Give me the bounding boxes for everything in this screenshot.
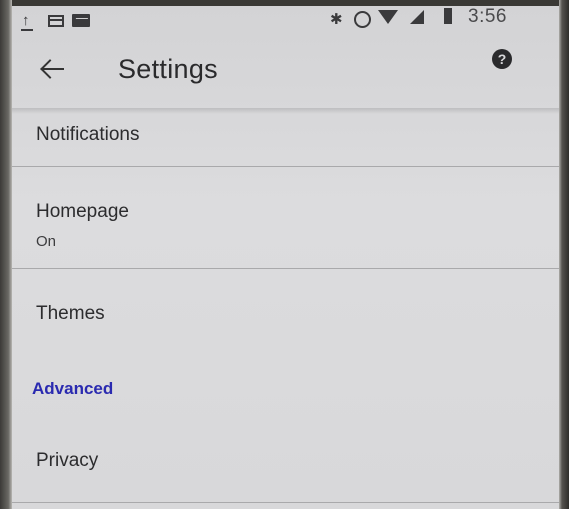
wifi-icon [378, 10, 398, 24]
browser-icon [48, 15, 64, 27]
phone-bezel-left [0, 0, 12, 509]
setting-title: Homepage [36, 201, 129, 222]
page-title: Settings [118, 54, 218, 84]
bluetooth-icon: ✱ [330, 11, 343, 28]
setting-item-notifications[interactable]: Notifications [12, 110, 559, 166]
setting-item-homepage[interactable]: Homepage On [12, 167, 559, 267]
setting-item-themes[interactable]: Themes [12, 269, 559, 339]
divider [12, 502, 559, 503]
setting-title: Privacy [36, 450, 99, 471]
help-icon[interactable]: ? [492, 49, 512, 69]
status-bar: ↑ ✱ 3:56 [12, 6, 559, 36]
section-header-advanced: Advanced [32, 379, 114, 398]
setting-summary: On [36, 233, 57, 250]
phone-screen: ↑ ✱ 3:56 Settings ? Notifications Homepa… [12, 6, 559, 509]
phone-bezel-right [559, 0, 569, 509]
back-arrow-icon[interactable] [40, 59, 66, 79]
battery-icon [444, 8, 452, 24]
setting-title: Notifications [36, 124, 140, 145]
setting-title: Themes [36, 303, 105, 324]
app-bar: Settings ? [12, 36, 559, 108]
monitor-icon [72, 14, 90, 27]
status-time: 3:56 [468, 6, 507, 27]
setting-item-privacy[interactable]: Privacy [12, 428, 559, 498]
alarm-icon [354, 11, 371, 28]
upload-icon: ↑ [20, 13, 34, 31]
signal-icon [410, 10, 424, 24]
